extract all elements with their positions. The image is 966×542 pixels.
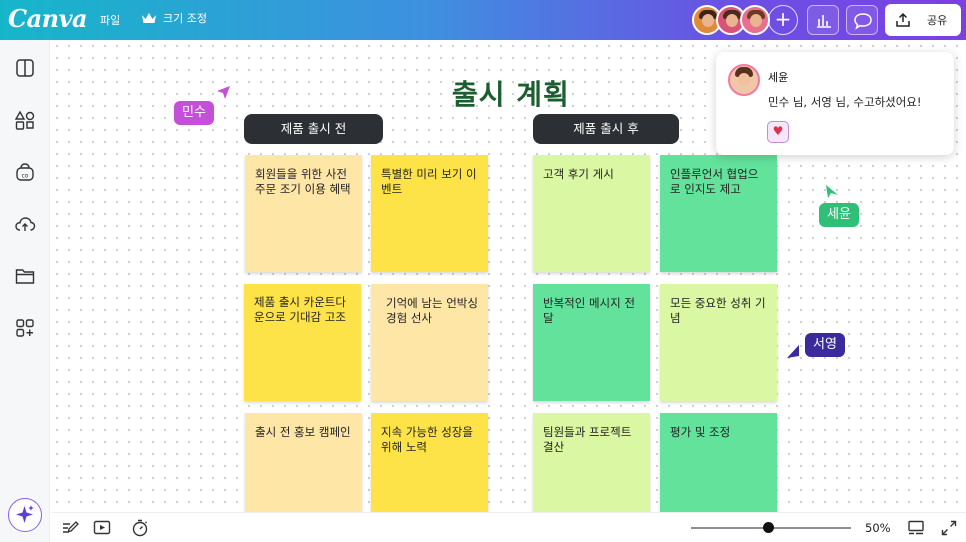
comment-icon <box>854 13 872 30</box>
crown-icon <box>142 13 156 23</box>
magic-icon <box>16 505 34 523</box>
apps-icon[interactable] <box>14 317 36 339</box>
sticky-note[interactable]: 모든 중요한 성취 기념 <box>660 284 777 401</box>
bottom-bar: 50% <box>51 512 966 542</box>
sticky-note[interactable]: 특별한 미리 보기 이벤트 <box>371 155 488 272</box>
avatar[interactable] <box>740 5 770 35</box>
svg-text:co: co <box>22 173 29 180</box>
collaborator-name-tag: 세윤 <box>819 203 859 227</box>
grid-view-icon[interactable] <box>907 519 925 537</box>
insights-icon <box>817 15 831 28</box>
fullscreen-icon[interactable] <box>940 519 958 537</box>
sticky-note[interactable]: 반복적인 메시지 전달 <box>533 284 650 401</box>
notes-icon[interactable] <box>61 519 79 537</box>
sticky-note[interactable]: 제품 출시 카운트다운으로 기대감 고조 <box>244 284 361 401</box>
collaborator-name-tag: 서영 <box>805 333 845 357</box>
zoom-level[interactable]: 50% <box>865 521 891 535</box>
insights-button[interactable] <box>807 5 839 35</box>
collaborator-name-tag: 민수 <box>174 101 214 125</box>
cloud-upload-icon[interactable] <box>14 213 36 235</box>
sticky-note[interactable]: 기억에 남는 언박싱 경험 선사 <box>371 284 488 401</box>
elements-icon[interactable] <box>14 109 36 131</box>
left-sidebar: co <box>0 40 50 542</box>
file-menu[interactable]: 파일 <box>100 12 120 28</box>
section-header-before-launch[interactable]: 제품 출시 전 <box>244 114 383 144</box>
sticky-note[interactable]: 고객 후기 게시 <box>533 155 650 272</box>
timer-icon[interactable] <box>131 519 149 537</box>
collaborator-cursor-icon <box>787 345 799 358</box>
avatar <box>728 64 760 96</box>
comment-card[interactable]: 세윤 민수 님, 서영 님, 수고하셨어요! ♥ <box>716 52 954 155</box>
resize-menu-label: 크기 조정 <box>163 12 207 25</box>
collaborator-cursor-icon <box>826 185 838 198</box>
comments-button[interactable] <box>846 5 878 35</box>
comment-author: 세윤 <box>768 71 789 84</box>
design-icon[interactable] <box>14 57 36 79</box>
canva-logo[interactable]: Canva <box>8 4 88 33</box>
top-bar: Canva 파일 크기 조정 + 공유 <box>0 0 966 40</box>
section-header-after-launch[interactable]: 제품 출시 후 <box>533 114 679 144</box>
brand-icon[interactable]: co <box>14 161 36 183</box>
sticky-note[interactable]: 회원들을 위한 사전 주문 조기 이용 혜택 <box>245 155 362 272</box>
comment-text: 민수 님, 서영 님, 수고하셨어요! <box>768 95 922 109</box>
upload-icon <box>896 12 910 27</box>
heart-icon: ♥ <box>772 124 784 138</box>
share-label: 공유 <box>927 14 948 27</box>
board-title[interactable]: 출시 계획 <box>452 73 570 113</box>
zoom-slider-handle[interactable] <box>763 522 774 533</box>
folder-icon[interactable] <box>14 265 36 287</box>
add-collaborator-button[interactable]: + <box>768 5 798 35</box>
magic-assistant-button[interactable] <box>8 498 42 532</box>
share-button[interactable]: 공유 <box>885 4 961 36</box>
present-icon[interactable] <box>93 519 111 537</box>
collaborator-cursor-icon <box>217 86 230 99</box>
sticky-note[interactable]: 인플루언서 협업으로 인지도 제고 <box>660 155 777 272</box>
collaborator-avatars <box>692 5 770 35</box>
heart-reaction-button[interactable]: ♥ <box>767 121 789 143</box>
resize-menu[interactable]: 크기 조정 <box>141 10 207 26</box>
